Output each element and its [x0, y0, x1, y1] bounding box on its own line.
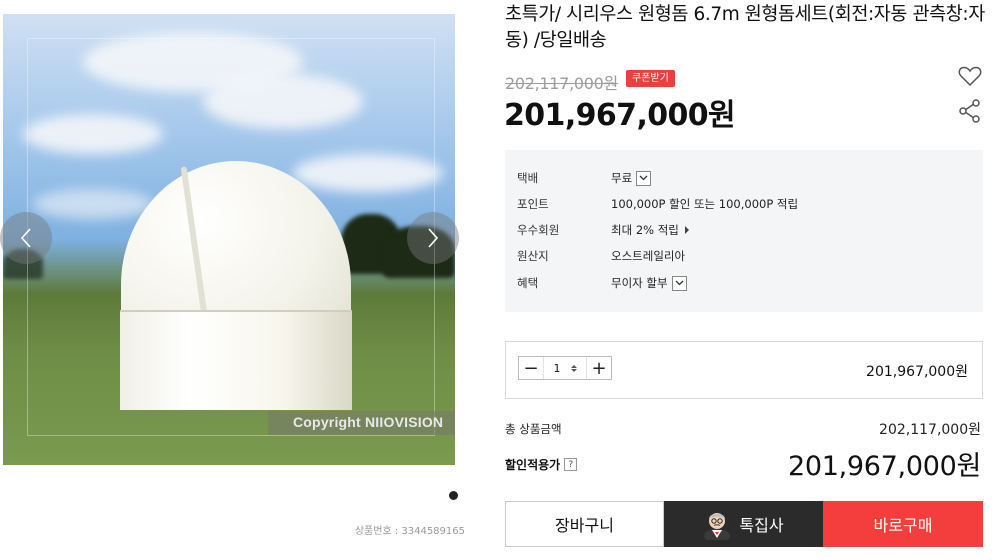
delivery-info-box: 택배 무료 포인트 100,000P 할인 또는 100,000P 적립 우수회… [505, 150, 983, 312]
quantity-plus-button[interactable]: + [587, 357, 611, 379]
benefit-dropdown[interactable] [671, 275, 687, 291]
cart-button-label: 장바구니 [555, 516, 614, 535]
product-gallery: Copyright NIIOVISION 상품번호 : 3344589165 [0, 0, 470, 560]
line-price: 201,967,000원 [866, 364, 968, 380]
share-button[interactable] [956, 97, 984, 125]
sale-price: 201,967,000원 [504, 98, 736, 133]
total-label: 총 상품금액 [505, 422, 562, 436]
gallery-prev-button[interactable] [0, 212, 52, 264]
special-button-label: 톡집사 [739, 516, 784, 535]
heart-icon [958, 66, 982, 87]
info-value: 최대 2% 적립 [611, 223, 679, 237]
buy-button-label: 바로구매 [873, 516, 933, 535]
info-label: 원산지 [517, 249, 549, 263]
discount-price: 201,967,000원 [787, 451, 981, 482]
arrow-right-icon [684, 226, 689, 234]
info-value: 무료 [611, 171, 633, 185]
quantity-box: − 1 + 201,967,000원 [505, 341, 983, 399]
member-benefit-link[interactable]: 최대 2% 적립 [611, 222, 689, 238]
info-row-point: 포인트 100,000P 할인 또는 100,000P 적립 [517, 194, 798, 214]
gallery-dot-indicator[interactable] [449, 491, 458, 500]
delivery-dropdown[interactable] [636, 170, 652, 186]
image-watermark: Copyright NIIOVISION [268, 411, 455, 435]
info-label: 택배 [517, 171, 539, 185]
butler-avatar-icon [704, 513, 731, 540]
help-icon[interactable]: ? [564, 458, 578, 471]
coupon-button[interactable]: 쿠폰받기 [626, 70, 675, 87]
info-label: 우수회원 [517, 223, 560, 237]
info-row-benefit: 혜택 무이자 할부 [517, 273, 687, 293]
discount-label: 할인적용가 [505, 458, 561, 472]
product-number: 상품번호 : 3344589165 [354, 526, 465, 537]
product-image: Copyright NIIOVISION [3, 14, 455, 465]
info-row-member: 우수회원 최대 2% 적립 [517, 220, 689, 240]
special-talk-button[interactable]: 톡집사 [664, 501, 823, 547]
info-row-origin: 원산지 오스트레일리아 [517, 246, 685, 266]
add-to-cart-button[interactable]: 장바구니 [505, 501, 664, 547]
wishlist-button[interactable] [956, 62, 984, 90]
quantity-minus-button[interactable]: − [519, 357, 543, 379]
share-icon [959, 99, 980, 123]
info-label: 포인트 [517, 197, 549, 211]
info-row-delivery: 택배 무료 [517, 168, 652, 188]
info-value: 100,000P 할인 또는 100,000P 적립 [611, 197, 799, 211]
product-title: 초특가/ 시리우스 원형돔 6.7m 원형돔세트(회전:자동 관측창:자동) /… [505, 4, 985, 51]
total-value: 202,117,000원 [879, 422, 981, 438]
chevron-down-icon [675, 280, 684, 286]
info-value: 오스트레일리아 [611, 249, 686, 263]
quantity-value: 1 [553, 361, 561, 375]
chevron-down-icon [639, 175, 648, 181]
discount-label-group: 할인적용가 ? [505, 456, 578, 473]
info-value: 무이자 할부 [611, 276, 668, 290]
buy-now-button[interactable]: 바로구매 [823, 501, 983, 547]
spinner-icon[interactable] [570, 364, 577, 372]
gallery-next-button[interactable] [407, 212, 459, 264]
chevron-right-icon [428, 228, 439, 248]
chevron-left-icon [20, 228, 31, 248]
quantity-stepper: − 1 + [518, 356, 612, 380]
info-label: 혜택 [517, 276, 539, 290]
quantity-input[interactable]: 1 [543, 357, 587, 379]
